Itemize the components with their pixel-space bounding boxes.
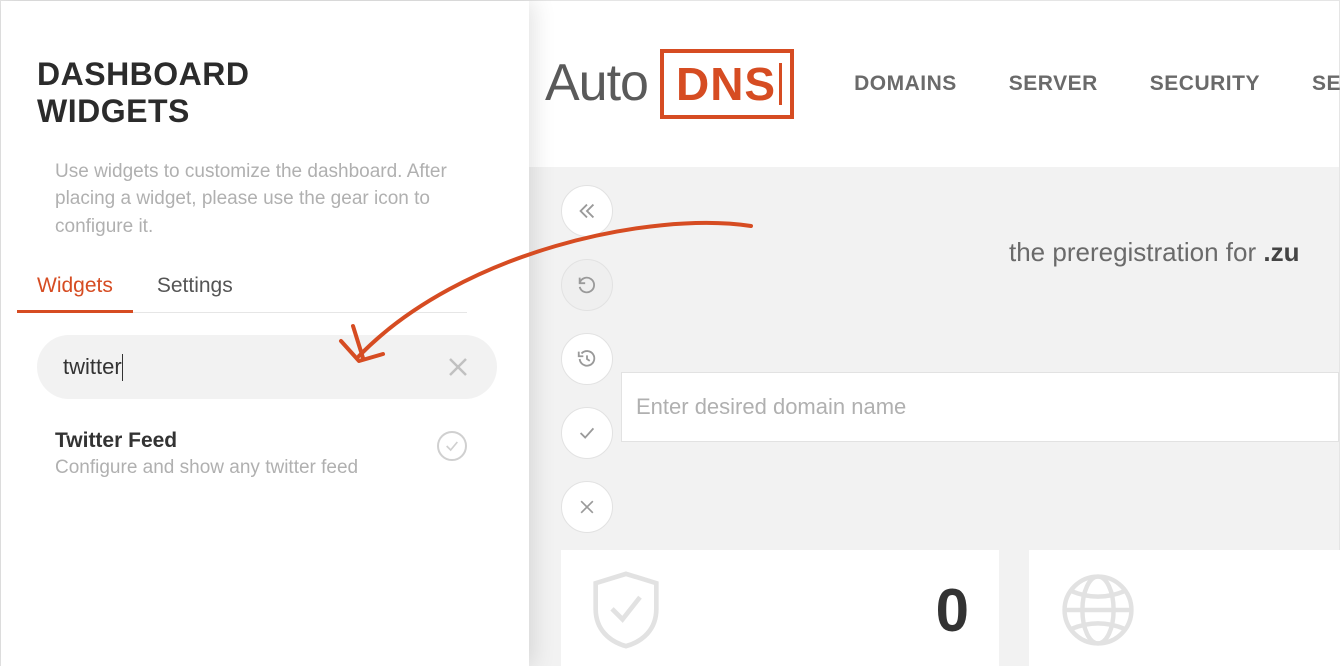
- domain-search-input[interactable]: Enter desired domain name: [621, 372, 1339, 442]
- close-icon: [577, 497, 597, 517]
- sidebar-description: Use widgets to customize the dashboard. …: [37, 158, 457, 241]
- close-icon: [446, 355, 470, 379]
- clear-search-button[interactable]: [445, 354, 471, 380]
- search-text: twitter: [63, 354, 122, 380]
- preregistration-banner: the preregistration for .zu: [1009, 237, 1299, 268]
- widget-result-text: Twitter Feed Configure and show any twit…: [55, 429, 358, 479]
- nav-server[interactable]: SERVER: [1009, 72, 1098, 96]
- widgets-sidebar: DASHBOARD WIDGETS Use widgets to customi…: [1, 1, 529, 666]
- card-ssl-value: 0: [936, 576, 969, 645]
- collapse-button[interactable]: [561, 185, 613, 237]
- globe-icon: [1059, 571, 1137, 649]
- cancel-button[interactable]: [561, 481, 613, 533]
- dashboard-page: the preregistration for .zu Enter desire…: [529, 167, 1339, 666]
- logo-right: DNS: [660, 49, 794, 119]
- nav-domains[interactable]: DOMAINS: [854, 72, 957, 96]
- history-button[interactable]: [561, 333, 613, 385]
- undo-button[interactable]: [561, 259, 613, 311]
- action-column: [561, 185, 613, 533]
- check-icon: [444, 438, 460, 454]
- nav-truncated[interactable]: SE: [1312, 72, 1340, 96]
- banner-prefix: the preregistration for: [1009, 237, 1263, 267]
- shield-icon: [591, 569, 661, 651]
- card-domains[interactable]: [1029, 550, 1340, 666]
- card-ssl[interactable]: 0: [561, 550, 999, 666]
- sidebar-title-line2: WIDGETS: [37, 93, 190, 129]
- widget-result-subtitle: Configure and show any twitter feed: [55, 457, 358, 479]
- history-icon: [576, 348, 598, 370]
- tab-settings[interactable]: Settings: [157, 274, 233, 312]
- sidebar-title-line1: DASHBOARD: [37, 56, 250, 92]
- nav-security[interactable]: SECURITY: [1150, 72, 1260, 96]
- banner-tld: .zu: [1263, 237, 1299, 267]
- widget-result-item[interactable]: Twitter Feed Configure and show any twit…: [37, 429, 467, 479]
- check-icon: [576, 422, 598, 444]
- primary-nav: DOMAINS SERVER SECURITY SE: [854, 72, 1340, 96]
- brand-logo[interactable]: Auto DNS: [545, 49, 794, 119]
- widget-result-title: Twitter Feed: [55, 429, 358, 453]
- tab-widgets[interactable]: Widgets: [37, 274, 113, 312]
- sidebar-tabs: Widgets Settings: [37, 274, 467, 313]
- undo-icon: [576, 274, 598, 296]
- add-widget-toggle[interactable]: [437, 431, 467, 461]
- chevrons-left-icon: [576, 200, 598, 222]
- main-content: Auto DNS DOMAINS SERVER SECURITY SE: [529, 1, 1339, 666]
- app-root: DASHBOARD WIDGETS Use widgets to customi…: [0, 0, 1340, 666]
- widget-search[interactable]: twitter: [37, 335, 497, 399]
- text-caret: [122, 354, 123, 381]
- dashboard-cards: 0: [561, 550, 1339, 666]
- domain-input-placeholder: Enter desired domain name: [636, 394, 906, 420]
- sidebar-title: DASHBOARD WIDGETS: [37, 56, 493, 130]
- top-bar: Auto DNS DOMAINS SERVER SECURITY SE: [529, 1, 1339, 167]
- logo-left: Auto: [545, 53, 648, 113]
- confirm-button[interactable]: [561, 407, 613, 459]
